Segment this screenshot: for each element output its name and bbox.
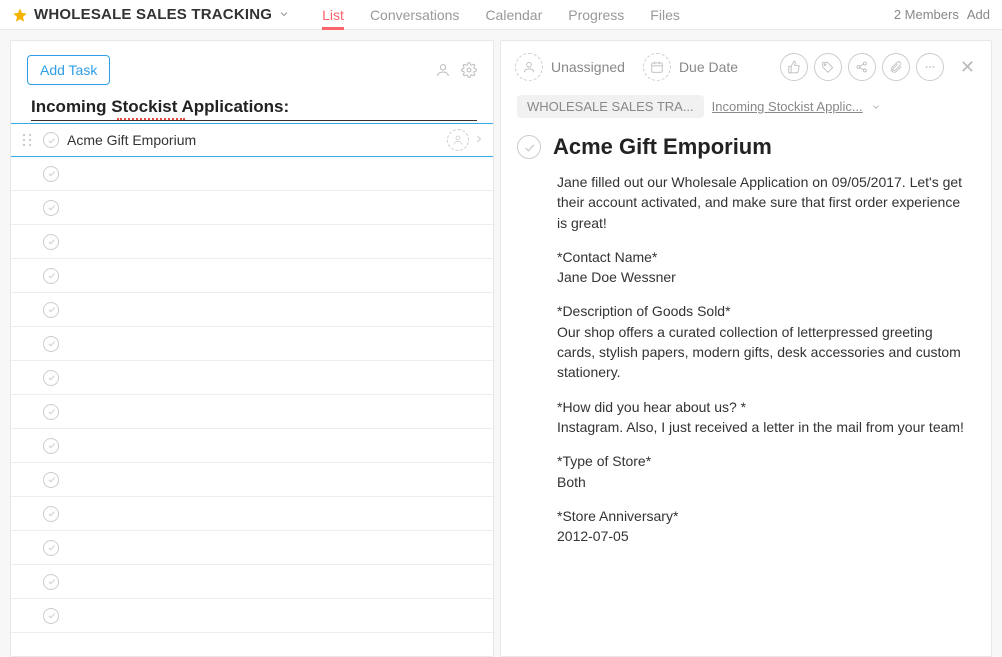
more-icon[interactable] [916, 53, 944, 81]
task-list: Acme Gift Emporium [11, 123, 493, 633]
assignee-avatar-icon[interactable] [515, 53, 543, 81]
section-title-text: Incoming Stockist Applications: [31, 97, 289, 116]
chevron-down-icon[interactable] [871, 99, 881, 115]
assignee-label[interactable]: Unassigned [551, 59, 625, 75]
thumbs-up-icon[interactable] [780, 53, 808, 81]
complete-check-icon[interactable] [43, 472, 59, 488]
chevron-right-icon[interactable] [473, 132, 485, 148]
complete-check-icon[interactable] [43, 608, 59, 624]
star-icon[interactable] [12, 7, 28, 23]
complete-check-icon[interactable] [43, 540, 59, 556]
complete-check-icon[interactable] [43, 166, 59, 182]
task-row-empty[interactable] [11, 565, 493, 599]
complete-check-icon[interactable] [43, 234, 59, 250]
task-row-empty[interactable] [11, 395, 493, 429]
add-task-button[interactable]: Add Task [27, 55, 110, 85]
complete-check-icon[interactable] [43, 506, 59, 522]
complete-check-icon[interactable] [43, 438, 59, 454]
share-icon[interactable] [848, 53, 876, 81]
complete-check-icon[interactable] [43, 268, 59, 284]
spell-underline [117, 118, 185, 120]
left-toolbar: Add Task [11, 41, 493, 97]
complete-check-icon[interactable] [43, 404, 59, 420]
detail-actions [780, 53, 944, 81]
main-area: Add Task Incoming Stockist Applications:… [0, 30, 1002, 657]
tab-calendar[interactable]: Calendar [485, 0, 542, 29]
add-member-link[interactable]: Add [967, 7, 990, 22]
breadcrumb: WHOLESALE SALES TRA... Incoming Stockist… [501, 89, 991, 124]
members-count[interactable]: 2 Members [894, 7, 959, 22]
task-row-empty[interactable] [11, 497, 493, 531]
breadcrumb-section[interactable]: Incoming Stockist Applic... [712, 99, 863, 114]
complete-check-icon[interactable] [43, 574, 59, 590]
task-title[interactable]: Acme Gift Emporium [553, 134, 772, 160]
task-list-panel: Add Task Incoming Stockist Applications:… [10, 40, 494, 657]
task-row-empty[interactable] [11, 327, 493, 361]
task-detail-panel: Unassigned Due Date [500, 40, 992, 657]
task-row-empty[interactable] [11, 361, 493, 395]
header-right: 2 Members Add [894, 7, 990, 22]
chevron-down-icon[interactable] [278, 7, 290, 23]
task-row-empty[interactable] [11, 259, 493, 293]
task-row-empty[interactable] [11, 191, 493, 225]
complete-check-icon[interactable] [43, 200, 59, 216]
view-tabs: List Conversations Calendar Progress Files [322, 0, 680, 29]
calendar-icon[interactable] [643, 53, 671, 81]
description-paragraph: *Description of Goods Sold*Our shop offe… [557, 301, 971, 382]
description-paragraph: *Store Anniversary*2012-07-05 [557, 506, 971, 547]
task-row[interactable]: Acme Gift Emporium [11, 123, 493, 157]
task-row-empty[interactable] [11, 157, 493, 191]
attachment-icon[interactable] [882, 53, 910, 81]
description-paragraph: *How did you hear about us? *Instagram. … [557, 397, 971, 438]
complete-check-icon[interactable] [43, 302, 59, 318]
detail-toolbar: Unassigned Due Date [501, 41, 991, 89]
section-title[interactable]: Incoming Stockist Applications: [31, 97, 477, 121]
task-row-empty[interactable] [11, 599, 493, 633]
detail-title-row: Acme Gift Emporium [501, 124, 991, 168]
complete-check-icon[interactable] [43, 370, 59, 386]
description-paragraph: Jane filled out our Wholesale Applicatio… [557, 172, 971, 233]
task-row-title: Acme Gift Emporium [67, 132, 447, 148]
project-title[interactable]: WHOLESALE SALES TRACKING [34, 6, 272, 23]
task-row-empty[interactable] [11, 225, 493, 259]
app-header: WHOLESALE SALES TRACKING List Conversatio… [0, 0, 1002, 30]
complete-check-icon[interactable] [43, 336, 59, 352]
description-paragraph: *Contact Name*Jane Doe Wessner [557, 247, 971, 288]
task-row-empty[interactable] [11, 531, 493, 565]
task-description[interactable]: Jane filled out our Wholesale Applicatio… [501, 168, 991, 590]
tag-icon[interactable] [814, 53, 842, 81]
breadcrumb-project[interactable]: WHOLESALE SALES TRA... [517, 95, 704, 118]
task-row-empty[interactable] [11, 429, 493, 463]
task-row-empty[interactable] [11, 293, 493, 327]
person-icon[interactable] [435, 62, 451, 78]
tab-files[interactable]: Files [650, 0, 680, 29]
tab-progress[interactable]: Progress [568, 0, 624, 29]
complete-check-icon[interactable] [517, 135, 541, 159]
due-date-label[interactable]: Due Date [679, 59, 738, 75]
tab-list[interactable]: List [322, 0, 344, 29]
tab-conversations[interactable]: Conversations [370, 0, 460, 29]
complete-check-icon[interactable] [43, 132, 59, 148]
drag-handle-icon[interactable] [19, 133, 35, 147]
task-row-empty[interactable] [11, 463, 493, 497]
assignee-placeholder-icon[interactable] [447, 129, 469, 151]
gear-icon[interactable] [461, 62, 477, 78]
close-icon[interactable]: ✕ [960, 57, 975, 78]
description-paragraph: *Type of Store*Both [557, 451, 971, 492]
